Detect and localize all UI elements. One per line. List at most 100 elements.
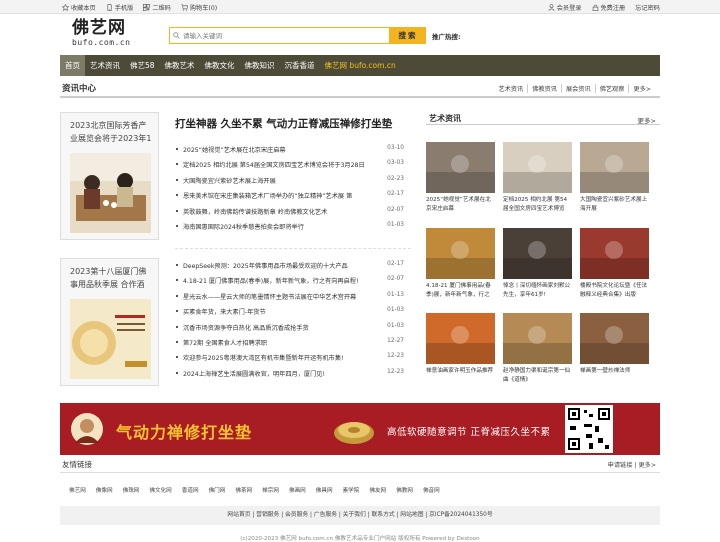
friend-link[interactable]: 佛珠网 [123,486,140,494]
news-item[interactable]: 沉香市场资源争夺白热化 高品质沉香成抢手货 01-03 [176,321,408,336]
news-item[interactable]: 欢迎参与2025粤港澳大湾区有机市集暨新年开运有机市集! 12-23 [176,351,408,366]
friend-link[interactable]: 禅宗网 [262,486,279,494]
news-title[interactable]: 定档2025 相约北展 第54届全国文房四宝艺术博览会将于3月28日 [183,160,378,169]
friend-links-actions[interactable]: 申请链接 | 更多> [608,460,656,469]
news-item[interactable]: 定档2025 相约北展 第54届全国文房四宝艺术博览会将于3月28日 03-03 [176,158,408,173]
news-title[interactable]: 大国陶瓷宜兴紫砂艺术展上海开展 [183,176,378,185]
headline[interactable]: 打坐神器 久坐不累 气动力正脊减压禅修打坐垫 [175,116,392,131]
top-link[interactable]: 会员登录 [548,3,582,12]
section-link[interactable]: 展会资讯 [562,84,596,93]
nav-item[interactable]: 佛艺58 [125,55,160,76]
left-card-title[interactable]: 2023北京国际芳香产业展览会将于2023年1 [70,119,152,147]
nav-item[interactable]: 沉香香道 [280,55,320,76]
news-title[interactable]: 4.18-21 厦门佛事用品(春季)展，新年新气象，行之有向再启程! [183,276,378,285]
art-tile[interactable]: 定档2025 相约北展 第54届全国文房四宝艺术博览 [503,142,572,214]
art-tile[interactable]: 楼殿书院文化论坛暨《任法融释义经典合集》出版 [580,228,649,300]
art-tile-photo[interactable] [503,142,572,193]
art-tile[interactable]: 4.18-21 厦门佛事用品(春季)展，新年新气象，行之 [426,228,495,300]
top-link[interactable]: 收藏本页 [62,3,96,12]
news-title[interactable]: DeepSeek预测：2025年佛事用品市场最受欢迎的十大产品 [183,261,378,270]
nav-item[interactable]: 佛教知识 [240,55,280,76]
art-tile[interactable]: 悼念丨深切缅怀画家刘默公先生，享年61岁! [503,228,572,300]
friend-link[interactable]: 佛画网 [289,486,306,494]
art-tile-photo[interactable] [580,228,649,279]
news-title[interactable]: 买素食年货，来大素门-年货节 [183,307,378,316]
art-tile[interactable]: 2025“她视觉”艺术展在北京宋庄启幕 [426,142,495,214]
top-link[interactable]: 忘记密码 [635,3,660,12]
friend-link[interactable]: 佛文化网 [149,486,171,494]
art-tile-caption[interactable]: 4.18-21 厦门佛事用品(春季)展，新年新气象，行之 [426,282,495,300]
news-item[interactable]: 2025“她视觉”艺术展在北京宋庄启幕 03-10 [176,143,408,158]
site-logo[interactable]: 佛艺网 bufo.com.cn [72,18,162,52]
nav-item[interactable]: 佛艺网 bufo.com.cn [320,55,401,76]
friend-link[interactable]: 佛艺网 [69,486,86,494]
news-title[interactable]: 海南国惠国际2024秋季慈善拍卖会即将举行 [183,222,378,231]
ad-banner[interactable]: 气动力禅修打坐垫 高低软硬随意调节 正脊减压久坐不累 [60,403,660,455]
top-link[interactable]: 免费注册 [592,3,625,12]
news-title[interactable]: 恩来美术馆在宋庄集装箱艺术厂场举办的“独立精神”艺术展 第 [183,191,378,200]
friend-link[interactable]: 佛门网 [209,486,226,494]
footer-nav[interactable]: 网站首页 | 营销服务 | 会员服务 | 广告服务 | 关于我们 | 联系方式 … [60,506,660,525]
top-link[interactable]: 二维码 [143,3,171,12]
art-tile-caption[interactable]: 楼殿书院文化论坛暨《任法融释义经典合集》出版 [580,282,649,300]
section-link[interactable]: 佛教资讯 [528,84,562,93]
search-input[interactable] [183,28,383,43]
tea-table-photo[interactable] [70,153,151,233]
friend-link[interactable]: 佛茶网 [235,486,252,494]
news-title[interactable]: 2025“她视觉”艺术展在北京宋庄启幕 [183,145,378,154]
art-tile-photo[interactable] [503,313,572,364]
left-card[interactable]: 2023北京国际芳香产业展览会将于2023年1 [60,112,159,240]
friend-link[interactable]: 素学院 [343,486,360,494]
art-tile-photo[interactable] [426,142,495,193]
expo-poster[interactable] [70,299,151,379]
nav-item[interactable]: 佛教文化 [200,55,240,76]
top-link[interactable]: 购物车(0) [181,3,217,12]
art-tile-caption[interactable]: 禅意油画家许明玉作品推荐 [426,367,495,385]
art-tile-photo[interactable] [426,313,495,364]
art-more-link[interactable]: 更多> [638,115,656,125]
art-tile-photo[interactable] [580,142,649,193]
art-tile-caption[interactable]: 赵净静国力渠和诞宗第一仙曲《道情》 [503,367,572,385]
nav-item[interactable]: 佛教艺术 [160,55,200,76]
friend-link[interactable]: 香道网 [182,486,199,494]
news-title[interactable]: 星光云水——星云大师的笔墨情怀主题书法展在中华艺术宫开幕 [183,292,378,301]
section-link[interactable]: 佛艺观察 [596,84,630,93]
left-card-title[interactable]: 2023第十八届厦门佛事用品秋季展 合作酒 [70,265,152,293]
section-link[interactable]: 更多> [629,84,655,93]
search-button[interactable]: 搜索 [390,27,426,44]
section-link[interactable]: 艺术资讯 [494,84,529,93]
nav-item[interactable]: 首页 [60,55,85,76]
news-item[interactable]: 大国陶瓷宜兴紫砂艺术展上海开展 02-23 [176,174,408,189]
nav-item[interactable]: 艺术资讯 [85,55,125,76]
top-link[interactable]: 手机版 [106,3,133,12]
news-title[interactable]: 第72期 全国素食人才招聘求职 [183,338,378,347]
news-item[interactable]: 英歌鼓舞，岭南佛韵传谱技路新章 岭南佛教文化艺术 02-07 [176,205,408,220]
news-item[interactable]: 第72期 全国素食人才招聘求职 12-27 [176,336,408,351]
news-item[interactable]: DeepSeek预测：2025年佛事用品市场最受欢迎的十大产品 02-17 [176,259,408,274]
news-item[interactable]: 星光云水——星云大师的笔墨情怀主题书法展在中华艺术宫开幕 01-13 [176,290,408,305]
art-tile-caption[interactable]: 2025“她视觉”艺术展在北京宋庄启幕 [426,196,495,214]
news-item[interactable]: 海南国惠国际2024秋季慈善拍卖会即将举行 01-03 [176,220,408,235]
art-tile[interactable]: 禅画第一壁炒禅法师 [580,313,649,385]
left-card[interactable]: 2023第十八届厦门佛事用品秋季展 合作酒 [60,258,159,386]
news-item[interactable]: 4.18-21 厦门佛事用品(春季)展，新年新气象，行之有向再启程! 02-07 [176,274,408,289]
news-item[interactable]: 买素食年货，来大素门-年货节 01-03 [176,305,408,320]
news-item[interactable]: 恩来美术馆在宋庄集装箱艺术厂场举办的“独立精神”艺术展 第 02-17 [176,189,408,204]
friend-link[interactable]: 佛音网 [423,486,440,494]
friend-link[interactable]: 佛教网 [396,486,413,494]
friend-link[interactable]: 佛具网 [316,486,333,494]
news-title[interactable]: 欢迎参与2025粤港澳大湾区有机市集暨新年开运有机市集! [183,353,378,362]
qrcode-icon[interactable] [565,405,613,453]
art-tile-caption[interactable]: 禅画第一壁炒禅法师 [580,367,649,385]
friend-link[interactable]: 佛像网 [96,486,113,494]
art-tile[interactable]: 大国陶瓷宜兴紫砂艺术展上海开展 [580,142,649,214]
news-title[interactable]: 英歌鼓舞，岭南佛韵传谱技路新章 岭南佛教文化艺术 [183,207,378,216]
art-tile-caption[interactable]: 定档2025 相约北展 第54届全国文房四宝艺术博览 [503,196,572,214]
art-tile-caption[interactable]: 悼念丨深切缅怀画家刘默公先生，享年61岁! [503,282,572,300]
news-title[interactable]: 2024上海禅艺生活展圆满收官，明年四月，厦门见! [183,369,378,378]
art-tile-caption[interactable]: 大国陶瓷宜兴紫砂艺术展上海开展 [580,196,649,214]
art-tile-photo[interactable] [503,228,572,279]
news-item[interactable]: 2024上海禅艺生活展圆满收官，明年四月，厦门见! 12-23 [176,367,408,382]
friend-link[interactable]: 佛友网 [369,486,386,494]
art-tile[interactable]: 赵净静国力渠和诞宗第一仙曲《道情》 [503,313,572,385]
